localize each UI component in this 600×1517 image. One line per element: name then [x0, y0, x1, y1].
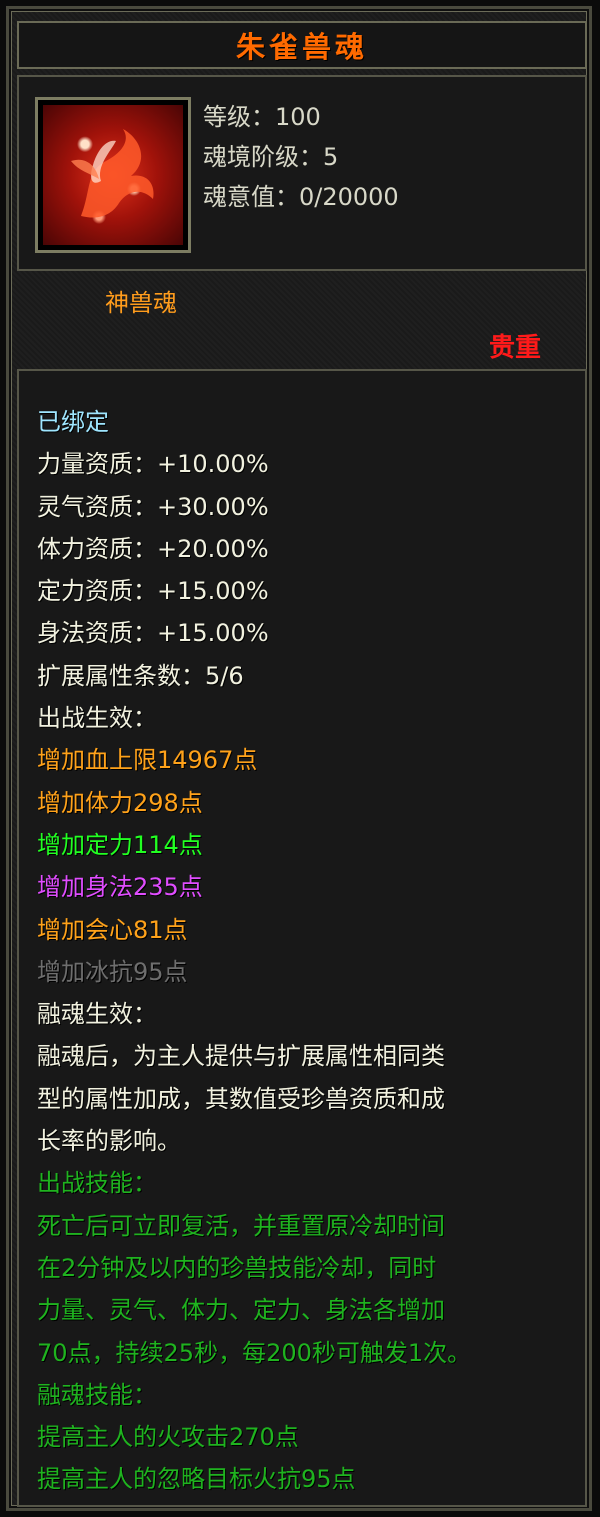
item-stats: 等级：100 魂境阶级：5 魂意值：0/20000 [203, 97, 399, 217]
attribute-line: 已绑定 [37, 408, 109, 436]
attribute-line: 出战技能： [37, 1169, 157, 1198]
soul-value-stat: 魂意值：0/20000 [203, 183, 399, 211]
attribute-line: 融魂后，为主人提供与扩展属性相同类 [37, 1042, 445, 1071]
level-stat: 等级：100 [203, 103, 321, 131]
item-tooltip: 朱雀兽魂 等级：100 魂境阶级：5 魂意值：0/20000 神兽魂 贵重 已绑… [6, 6, 592, 1511]
vermilion-bird-icon [43, 105, 183, 245]
attribute-line: 力量、灵气、体力、定力、身法各增加 [37, 1296, 445, 1325]
item-header-panel: 等级：100 魂境阶级：5 魂意值：0/20000 [17, 75, 587, 271]
title-bar: 朱雀兽魂 [17, 21, 587, 69]
item-icon-frame [35, 97, 191, 253]
attribute-line: 型的属性加成，其数值受珍兽资质和成 [37, 1084, 445, 1113]
attribute-line: 身法资质：+15.00% [37, 619, 269, 648]
attribute-panel: 已绑定力量资质：+10.00% 灵气资质：+30.00% 体力资质：+20.00% 定… [17, 369, 587, 1507]
soul-rank-stat: 魂境阶级：5 [203, 143, 339, 171]
item-title: 朱雀兽魂 [235, 30, 368, 64]
attribute-line: 提高主人的火攻击270点 [37, 1423, 299, 1452]
rarity-badge: 贵重 [488, 333, 541, 363]
attribute-line: 力量资质：+10.00% [37, 450, 269, 479]
attribute-line: 增加体力298点 [37, 788, 203, 817]
attribute-line: 在2分钟及以内的珍兽技能冷却，同时 [37, 1253, 437, 1282]
attribute-line: 死亡后可立即复活，并重置原冷却时间 [37, 1211, 445, 1240]
attribute-line: 增加定力114点 [37, 830, 203, 859]
attribute-line: 体力资质：+20.00% [37, 534, 269, 563]
attribute-line: 出战生效： [37, 704, 157, 733]
attribute-line: 灵气资质：+30.00% [37, 492, 269, 521]
attribute-line: 增加会心81点 [37, 915, 188, 944]
attribute-line: 增加冰抗95点 [37, 957, 188, 986]
attribute-line: 扩展属性条数：5/6 [37, 661, 244, 690]
attribute-list: 已绑定力量资质：+10.00% 灵气资质：+30.00% 体力资质：+20.00% 定… [37, 401, 585, 1501]
attribute-line: 增加血上限14967点 [37, 746, 258, 775]
attribute-line: 增加身法235点 [37, 873, 203, 902]
phoenix-icon [71, 129, 154, 218]
attribute-line: 长率的影响。 [37, 1127, 181, 1156]
attribute-line: 定力资质：+15.00% [37, 577, 269, 606]
attribute-line: 提高主人的忽略目标火抗95点 [37, 1465, 356, 1494]
attribute-line: 融魂技能： [37, 1380, 157, 1409]
item-type: 神兽魂 [105, 289, 177, 317]
attribute-line: 融魂生效： [37, 1000, 157, 1029]
attribute-line: 70点，持续25秒，每200秒可触发1次。 [37, 1338, 472, 1367]
